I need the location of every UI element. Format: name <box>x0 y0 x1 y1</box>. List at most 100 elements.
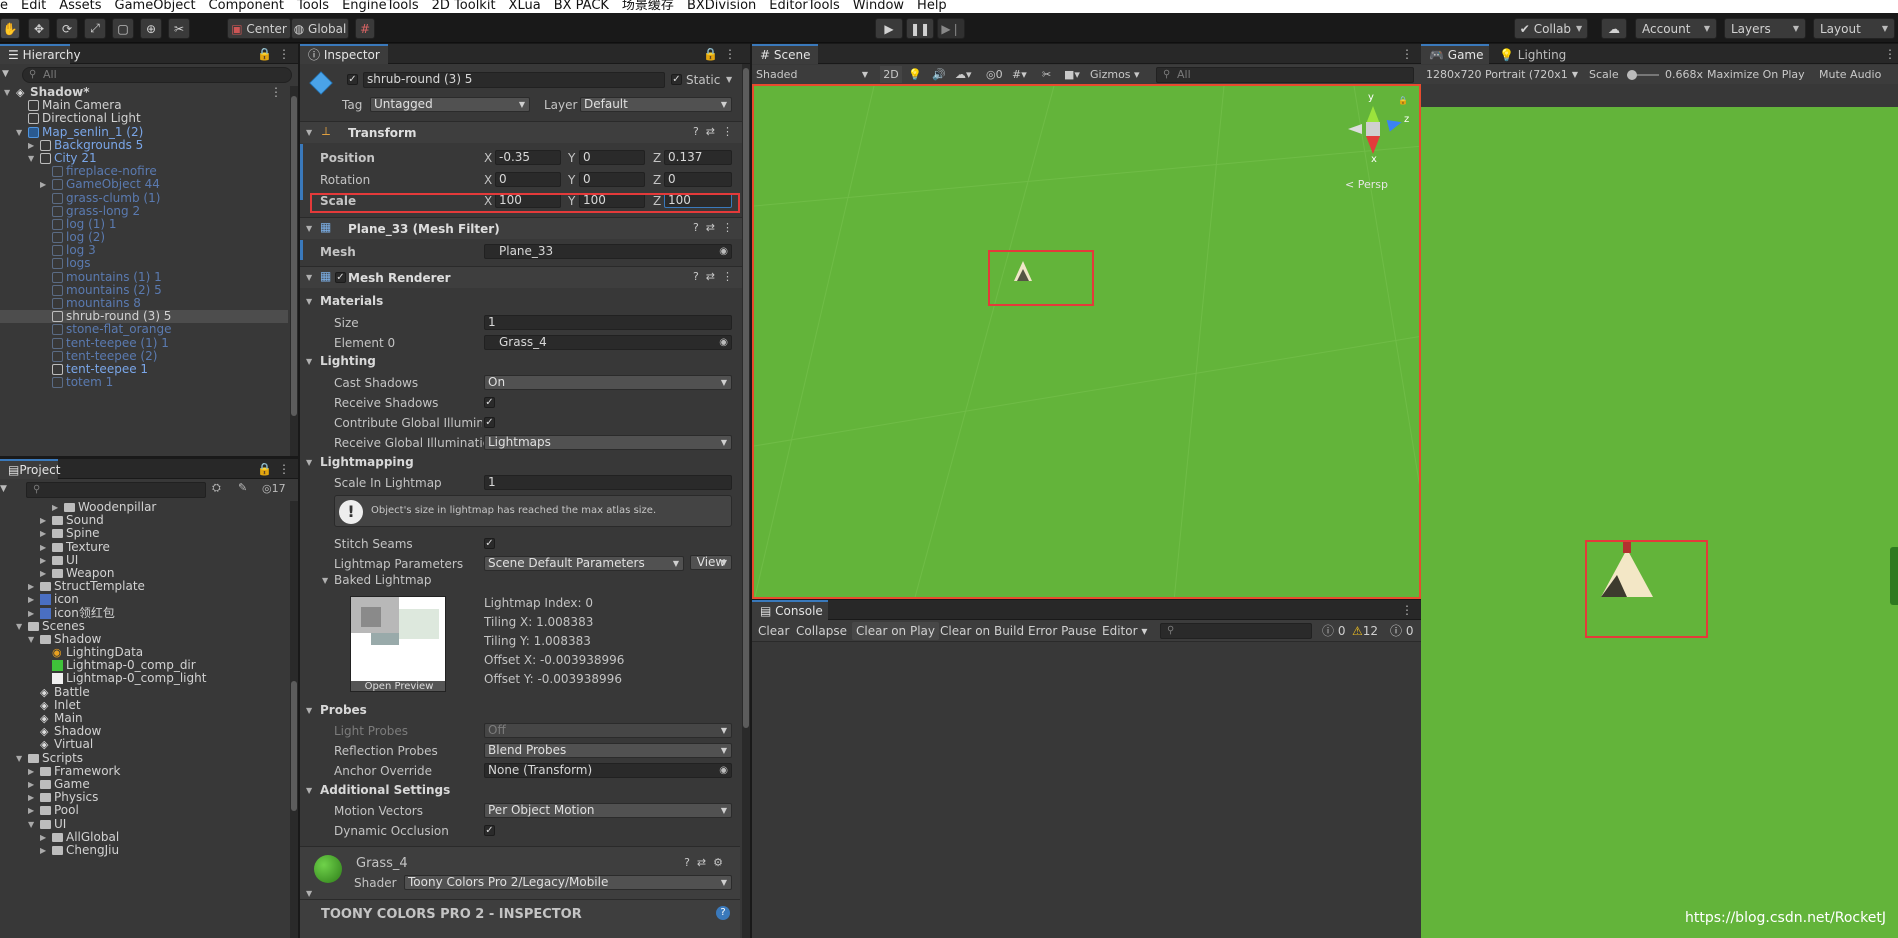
info-count-toggle[interactable]: ⓘ 0 <box>1318 622 1349 640</box>
foldout-arrow-icon[interactable]: ▶ <box>40 541 46 554</box>
project-item[interactable]: ◈ Inlet <box>0 698 288 712</box>
foldout-arrow-icon[interactable]: ▶ <box>28 804 34 817</box>
menu-item[interactable]: 2D Toolkit <box>432 0 496 12</box>
inspector-scrollbar[interactable] <box>742 64 750 938</box>
move-tool-icon[interactable]: ✥ <box>28 18 50 39</box>
hierarchy-scrollbar[interactable] <box>290 86 298 456</box>
scene-search-input[interactable]: ⚲ All <box>1156 67 1414 83</box>
project-item[interactable]: ▶ Framework <box>0 764 288 778</box>
tag-dropdown[interactable]: Untagged <box>370 97 530 112</box>
cloud-icon[interactable]: ☁ <box>1601 18 1627 39</box>
project-scrollbar[interactable] <box>290 501 298 938</box>
project-item[interactable]: ▶ Sound <box>0 513 288 527</box>
foldout-arrow-icon[interactable]: ▼ <box>28 633 34 646</box>
hierarchy-search-input[interactable]: ⚲ All <box>22 67 292 83</box>
hierarchy-item[interactable]: tent-teepee (2) <box>0 349 288 363</box>
shader-dropdown[interactable]: Toony Colors Pro 2/Legacy/Mobile <box>404 875 732 890</box>
rect-tool-icon[interactable]: ▢ <box>112 18 134 39</box>
scene-menu-icon[interactable]: ⋮ <box>1401 47 1413 61</box>
menu-item[interactable]: Tools <box>297 0 329 12</box>
hierarchy-item[interactable]: totem 1 <box>0 375 288 389</box>
collab-dropdown[interactable]: ✔ Collab ▼ <box>1514 18 1588 39</box>
menu-item[interactable]: Component <box>209 0 284 12</box>
project-item[interactable]: ▶ icon领红包 <box>0 606 288 620</box>
hierarchy-item[interactable]: Directional Light <box>0 112 288 125</box>
material-foldout-icon[interactable]: ▼ <box>306 889 312 898</box>
project-item[interactable]: ▼ Scenes <box>0 619 288 633</box>
filter-label-icon[interactable]: ✎ <box>238 481 247 494</box>
inspector-scroll-thumb[interactable] <box>743 68 749 728</box>
help-icon[interactable]: ? <box>716 906 730 920</box>
project-item[interactable]: Lightmap-0_comp_light <box>0 672 288 685</box>
materials-foldout-icon[interactable]: ▼ <box>306 297 312 306</box>
hierarchy-item[interactable]: ▶ GameObject 44 <box>0 178 288 191</box>
element0-field[interactable]: Grass_4 <box>484 335 732 350</box>
project-item[interactable]: ▶ icon <box>0 593 288 606</box>
foldout-arrow-icon[interactable]: ▶ <box>40 831 46 844</box>
additional-foldout-icon[interactable]: ▼ <box>306 786 312 795</box>
game-side-handle[interactable] <box>1890 547 1898 605</box>
project-item[interactable]: ▶ AllGlobal <box>0 830 288 844</box>
open-preview-button[interactable]: Open Preview <box>351 681 445 691</box>
tools-icon[interactable]: ✂ <box>1042 66 1051 83</box>
hierarchy-item[interactable]: mountains (2) 5 <box>0 283 288 297</box>
receive-shadows-checkbox[interactable]: ✓ <box>484 397 495 408</box>
foldout-arrow-icon[interactable]: ▶ <box>40 554 46 567</box>
mesh-renderer-header-icons[interactable]: ?⇄⋮ <box>693 270 740 283</box>
hierarchy-item[interactable]: log 3 <box>0 244 288 257</box>
tab-console[interactable]: ▤ Console <box>752 600 828 620</box>
gizmo-z-arrow[interactable] <box>1386 116 1404 132</box>
project-lock-icon[interactable]: 🔒 <box>257 462 272 476</box>
menu-item[interactable]: 场景缓存 <box>622 0 674 12</box>
project-item[interactable]: ▶ Pool <box>0 804 288 817</box>
project-item[interactable]: ▶ Physics <box>0 790 288 804</box>
hierarchy-item[interactable]: log (2) <box>0 230 288 244</box>
clear-on-play-button[interactable]: Clear on Play <box>852 622 939 640</box>
foldout-arrow-icon[interactable]: ▼ <box>28 152 34 165</box>
scene-menu-icon[interactable]: ⋮ <box>270 85 282 99</box>
lightmap-preview[interactable]: Open Preview <box>350 596 446 692</box>
menu-item[interactable]: EngineTools <box>342 0 419 12</box>
gizmo-lock-icon[interactable]: 🔒 <box>1398 96 1408 105</box>
effects-toggle-icon[interactable]: ☁▾ <box>955 66 972 83</box>
foldout-arrow-icon[interactable]: ▶ <box>40 567 46 580</box>
resolution-dropdown[interactable]: 1280x720 Portrait (720x1 ▼ <box>1426 66 1578 83</box>
console-clear-button[interactable]: Clear <box>754 622 793 640</box>
mesh-filter-header[interactable]: ▼ ▦ Plane_33 (Mesh Filter) ?⇄⋮ <box>300 217 750 239</box>
project-item[interactable]: ▶ Woodenpillar <box>0 500 288 514</box>
mesh-renderer-foldout-icon[interactable]: ▼ <box>306 273 312 282</box>
error-count-toggle[interactable]: ⓘ 0 <box>1386 622 1417 640</box>
project-item[interactable]: ▼ Shadow <box>0 632 288 646</box>
mute-audio-toggle[interactable]: Mute Audio <box>1819 66 1881 83</box>
tab-hierarchy[interactable]: ☰ Hierarchy <box>0 44 81 64</box>
rotate-tool-icon[interactable]: ⟳ <box>56 18 78 39</box>
menu-item[interactable]: Window <box>853 0 904 12</box>
menu-item[interactable]: e <box>0 0 8 12</box>
tab-inspector[interactable]: ⓘ Inspector <box>300 44 388 64</box>
project-item[interactable]: ▶ ChengJiu <box>0 843 288 857</box>
inspector-menu-icon[interactable]: ⋮ <box>724 47 736 61</box>
foldout-arrow-icon[interactable]: ▶ <box>40 178 46 191</box>
pivot-global-button[interactable]: ◍ Global <box>291 18 349 39</box>
hierarchy-item[interactable]: log (1) 1 <box>0 217 288 231</box>
hierarchy-item[interactable]: mountains (1) 1 <box>0 270 288 284</box>
custom-tool-icon[interactable]: ✂ <box>168 18 190 39</box>
clear-on-build-button[interactable]: Clear on Build <box>936 622 1028 640</box>
transform-tool-icon[interactable]: ⊕ <box>140 18 162 39</box>
console-search-input[interactable]: ⚲ <box>1160 623 1312 639</box>
component-header-icons[interactable]: ?⇄⋮ <box>693 125 740 138</box>
tab-project[interactable]: ▤Project <box>0 459 60 479</box>
lock-icon[interactable]: 🔒 <box>257 47 272 61</box>
motion-vectors-dropdown[interactable]: Per Object Motion <box>484 803 732 818</box>
step-button[interactable]: ▶❘ <box>937 18 965 39</box>
editor-dropdown[interactable]: Editor ▾ <box>1098 622 1151 640</box>
transform-foldout-icon[interactable]: ▼ <box>306 128 312 137</box>
account-dropdown[interactable]: Account ▼ <box>1635 18 1717 39</box>
hierarchy-item[interactable]: logs <box>0 257 288 270</box>
menu-item[interactable]: BXDivision <box>687 0 756 12</box>
hidden-objects-toggle[interactable]: ◎0 <box>986 66 1003 83</box>
position-x-field[interactable]: -0.35 <box>495 150 561 165</box>
anchor-override-field[interactable]: None (Transform) <box>484 763 732 778</box>
menu-item[interactable]: BX PACK <box>554 0 609 12</box>
panel-menu-icon[interactable]: ⋮ <box>278 47 290 61</box>
